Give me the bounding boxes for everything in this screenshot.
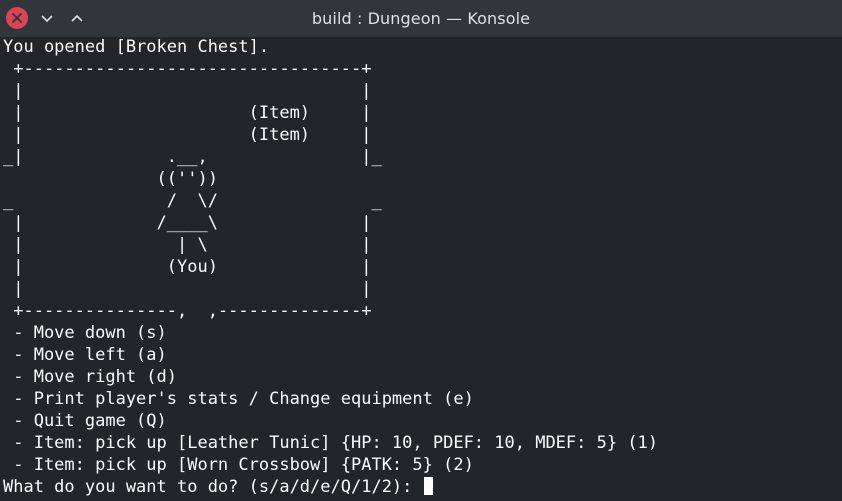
terminal-line: - Item: pick up [Leather Tunic] {HP: 10,… [3,433,659,453]
terminal-line: - Move left (a) [3,345,167,365]
terminal-line: | | \ | [3,235,372,255]
text-cursor [423,477,433,495]
terminal-line: | /____\ | [3,213,372,233]
konsole-window: build : Dungeon — Konsole You opened [Br… [0,0,842,501]
terminal-line: | | [3,81,372,101]
terminal-line: +---------------------------------+ [3,59,372,79]
terminal-line: | (You) | [3,257,372,277]
terminal-output: You opened [Broken Chest]. +------------… [0,37,658,498]
terminal-line: | (Item) | [3,103,372,123]
terminal-line: | | [3,279,372,299]
terminal-line: - Quit game (Q) [3,411,167,431]
prompt-line[interactable]: What do you want to do? (s/a/d/e/Q/1/2): [3,476,658,498]
terminal-line: _| .__, |_ [3,147,382,167]
terminal-line: You opened [Broken Chest]. [3,37,270,57]
title-bar[interactable]: build : Dungeon — Konsole [0,0,842,37]
terminal-line: (('')) [3,169,218,189]
terminal-line: | (Item) | [3,125,372,145]
terminal-line: - Move right (d) [3,367,177,387]
terminal-line: - Print player's stats / Change equipmen… [3,389,474,409]
terminal-line: - Item: pick up [Worn Crossbow] {PATK: 5… [3,455,474,475]
terminal-line: - Move down (s) [3,323,167,343]
prompt-text: What do you want to do? (s/a/d/e/Q/1/2): [3,477,423,497]
terminal-view[interactable]: You opened [Broken Chest]. +------------… [0,37,842,501]
terminal-line: +---------------, ,--------------+ [3,301,372,321]
window-title: build : Dungeon — Konsole [311,9,531,28]
terminal-line: _ / \/ _ [3,191,382,211]
